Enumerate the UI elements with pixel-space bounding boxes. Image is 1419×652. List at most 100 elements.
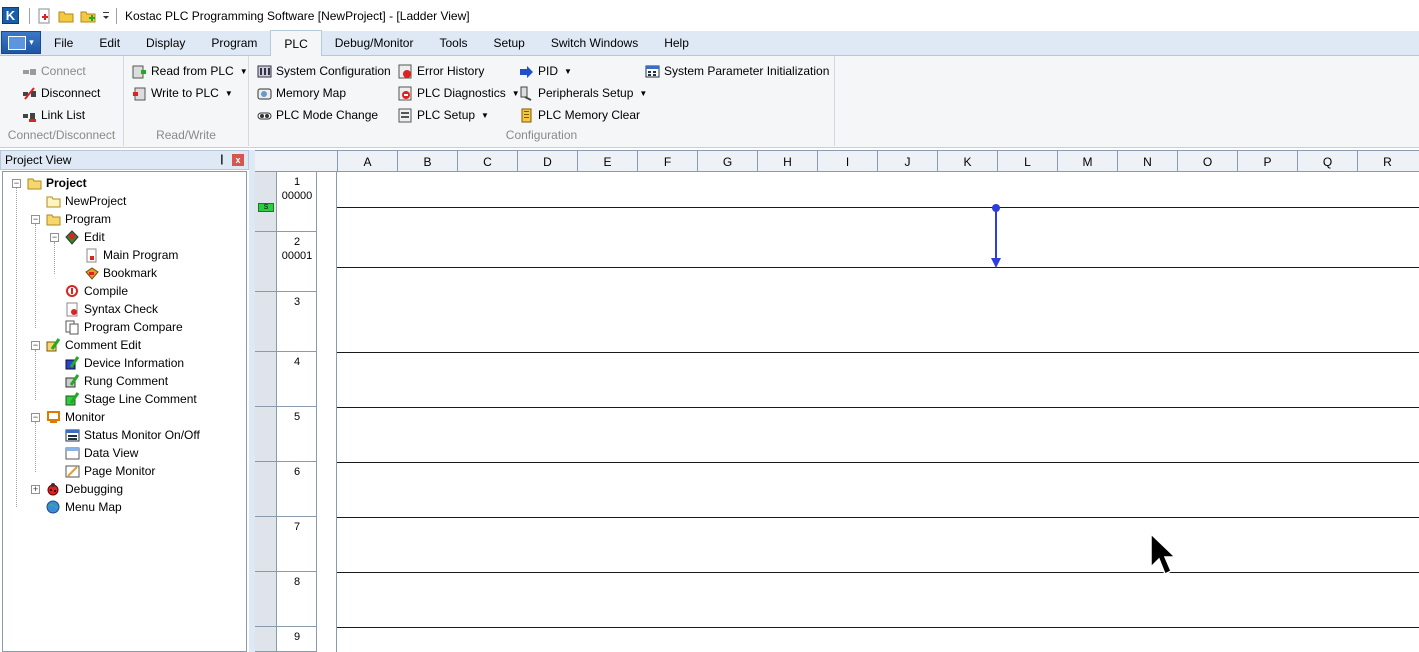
peripherals-setup-button[interactable]: Peripherals Setup ▼ (519, 83, 647, 103)
column-header-b[interactable]: B (397, 151, 457, 172)
expander-expand[interactable]: + (31, 485, 40, 494)
expander-collapse[interactable]: − (31, 215, 40, 224)
rung-line[interactable] (337, 462, 1419, 463)
rung-line[interactable] (337, 352, 1419, 353)
gutter-cell[interactable] (255, 292, 277, 352)
tree-item-compile[interactable]: Compile (65, 282, 128, 300)
tree-item-main-program[interactable]: Main Program (84, 246, 178, 264)
column-header-a[interactable]: A (337, 151, 397, 172)
column-header-c[interactable]: C (457, 151, 517, 172)
tree-item-rung-comment[interactable]: Rung Comment (65, 372, 168, 390)
gutter-cell[interactable] (255, 352, 277, 407)
rung-number-cell[interactable]: 3 (277, 292, 317, 352)
rung-line[interactable] (337, 207, 1419, 208)
system-configuration-button[interactable]: System Configuration (257, 61, 391, 81)
tree-item-stage-line-comment[interactable]: Stage Line Comment (65, 390, 197, 408)
column-header-n[interactable]: N (1117, 151, 1177, 172)
rung-number-cell[interactable]: 6 (277, 462, 317, 517)
tab-debug-monitor[interactable]: Debug/Monitor (322, 31, 427, 55)
tree-item-program[interactable]: Program (46, 210, 111, 228)
rung-number-cell[interactable]: 7 (277, 517, 317, 572)
column-header-k[interactable]: K (937, 151, 997, 172)
tree-item-program-compare[interactable]: Program Compare (65, 318, 183, 336)
tab-tools[interactable]: Tools (426, 31, 480, 55)
plc-setup-button[interactable]: PLC Setup ▼ (398, 105, 489, 125)
plc-diagnostics-button[interactable]: PLC Diagnostics ▼ (398, 83, 520, 103)
read-from-plc-button[interactable]: Read from PLC ▼ (132, 61, 248, 81)
gutter-cell[interactable] (255, 462, 277, 517)
tree-item-monitor[interactable]: Monitor (46, 408, 105, 426)
tab-display[interactable]: Display (133, 31, 198, 55)
column-header-g[interactable]: G (697, 151, 757, 172)
tree-item-device-information[interactable]: Device Information (65, 354, 184, 372)
expander-collapse[interactable]: − (12, 179, 21, 188)
gutter-cell[interactable] (255, 627, 277, 652)
expander-collapse[interactable]: − (31, 413, 40, 422)
tab-file[interactable]: File (41, 31, 86, 55)
tree-item-syntax-check[interactable]: Syntax Check (65, 300, 158, 318)
new-folder-icon[interactable] (80, 8, 96, 24)
rung-number-cell[interactable]: 9 (277, 627, 317, 652)
plc-mode-change-button[interactable]: PLC Mode Change (257, 105, 378, 125)
tree-item-page-monitor[interactable]: Page Monitor (65, 462, 155, 480)
rung-line[interactable] (337, 407, 1419, 408)
rung-line[interactable] (337, 267, 1419, 268)
system-parameter-initialization-button[interactable]: System Parameter Initialization (645, 61, 829, 81)
tab-help[interactable]: Help (651, 31, 702, 55)
application-menu-button[interactable]: ▾ (1, 31, 41, 54)
error-history-button[interactable]: Error History (398, 61, 484, 81)
column-header-r[interactable]: R (1357, 151, 1417, 172)
rung-line[interactable] (337, 517, 1419, 518)
qat-customize-icon[interactable] (102, 8, 110, 24)
expander-collapse[interactable]: − (50, 233, 59, 242)
tree-item-comment-edit[interactable]: Comment Edit (46, 336, 141, 354)
column-header-m[interactable]: M (1057, 151, 1117, 172)
column-header-h[interactable]: H (757, 151, 817, 172)
column-header-i[interactable]: I (817, 151, 877, 172)
write-to-plc-button[interactable]: Write to PLC ▼ (132, 83, 233, 103)
tree-item-debugging[interactable]: Debugging (46, 480, 123, 498)
column-header-d[interactable]: D (517, 151, 577, 172)
tree-item-project[interactable]: Project (27, 174, 87, 192)
tree-item-bookmark[interactable]: Bookmark (84, 264, 157, 282)
column-header-q[interactable]: Q (1297, 151, 1357, 172)
rung-line[interactable] (337, 572, 1419, 573)
new-file-icon[interactable] (36, 8, 52, 24)
open-folder-icon[interactable] (58, 8, 74, 24)
memory-map-button[interactable]: Memory Map (257, 83, 346, 103)
pid-button[interactable]: PID ▼ (519, 61, 572, 81)
tree-item-menu-map[interactable]: Menu Map (46, 498, 122, 516)
column-header-f[interactable]: F (637, 151, 697, 172)
vertical-connector[interactable] (990, 202, 1002, 270)
gutter-cell[interactable] (255, 572, 277, 627)
gutter-cell[interactable] (255, 407, 277, 462)
column-header-e[interactable]: E (577, 151, 637, 172)
rung-number-cell[interactable]: 4 (277, 352, 317, 407)
rung-number-cell[interactable]: 1 00000 (277, 172, 317, 232)
tab-edit[interactable]: Edit (86, 31, 133, 55)
tree-item-data-view[interactable]: Data View (65, 444, 138, 462)
column-header-p[interactable]: P (1237, 151, 1297, 172)
rung-line[interactable] (337, 627, 1419, 628)
link-list-button[interactable]: Link List (22, 105, 85, 125)
column-header-o[interactable]: O (1177, 151, 1237, 172)
tree-item-status-monitor[interactable]: Status Monitor On/Off (65, 426, 200, 444)
tree-item-edit[interactable]: Edit (65, 228, 105, 246)
rung-number-cell[interactable]: 2 00001 (277, 232, 317, 292)
close-icon[interactable]: x (232, 154, 244, 166)
tab-program[interactable]: Program (198, 31, 270, 55)
gutter-cell[interactable] (255, 172, 277, 232)
tab-switch-windows[interactable]: Switch Windows (538, 31, 651, 55)
connect-button[interactable]: Connect (22, 61, 86, 81)
plc-memory-clear-button[interactable]: PLC Memory Clear (519, 105, 640, 125)
column-header-j[interactable]: J (877, 151, 937, 172)
gutter-cell[interactable] (255, 517, 277, 572)
tab-setup[interactable]: Setup (480, 31, 537, 55)
pin-icon[interactable]: ❙ (218, 154, 226, 165)
expander-collapse[interactable]: − (31, 341, 40, 350)
tab-plc[interactable]: PLC (270, 30, 322, 56)
column-header-l[interactable]: L (997, 151, 1057, 172)
gutter-cell[interactable] (255, 232, 277, 292)
disconnect-button[interactable]: Disconnect (22, 83, 100, 103)
rung-number-cell[interactable]: 8 (277, 572, 317, 627)
